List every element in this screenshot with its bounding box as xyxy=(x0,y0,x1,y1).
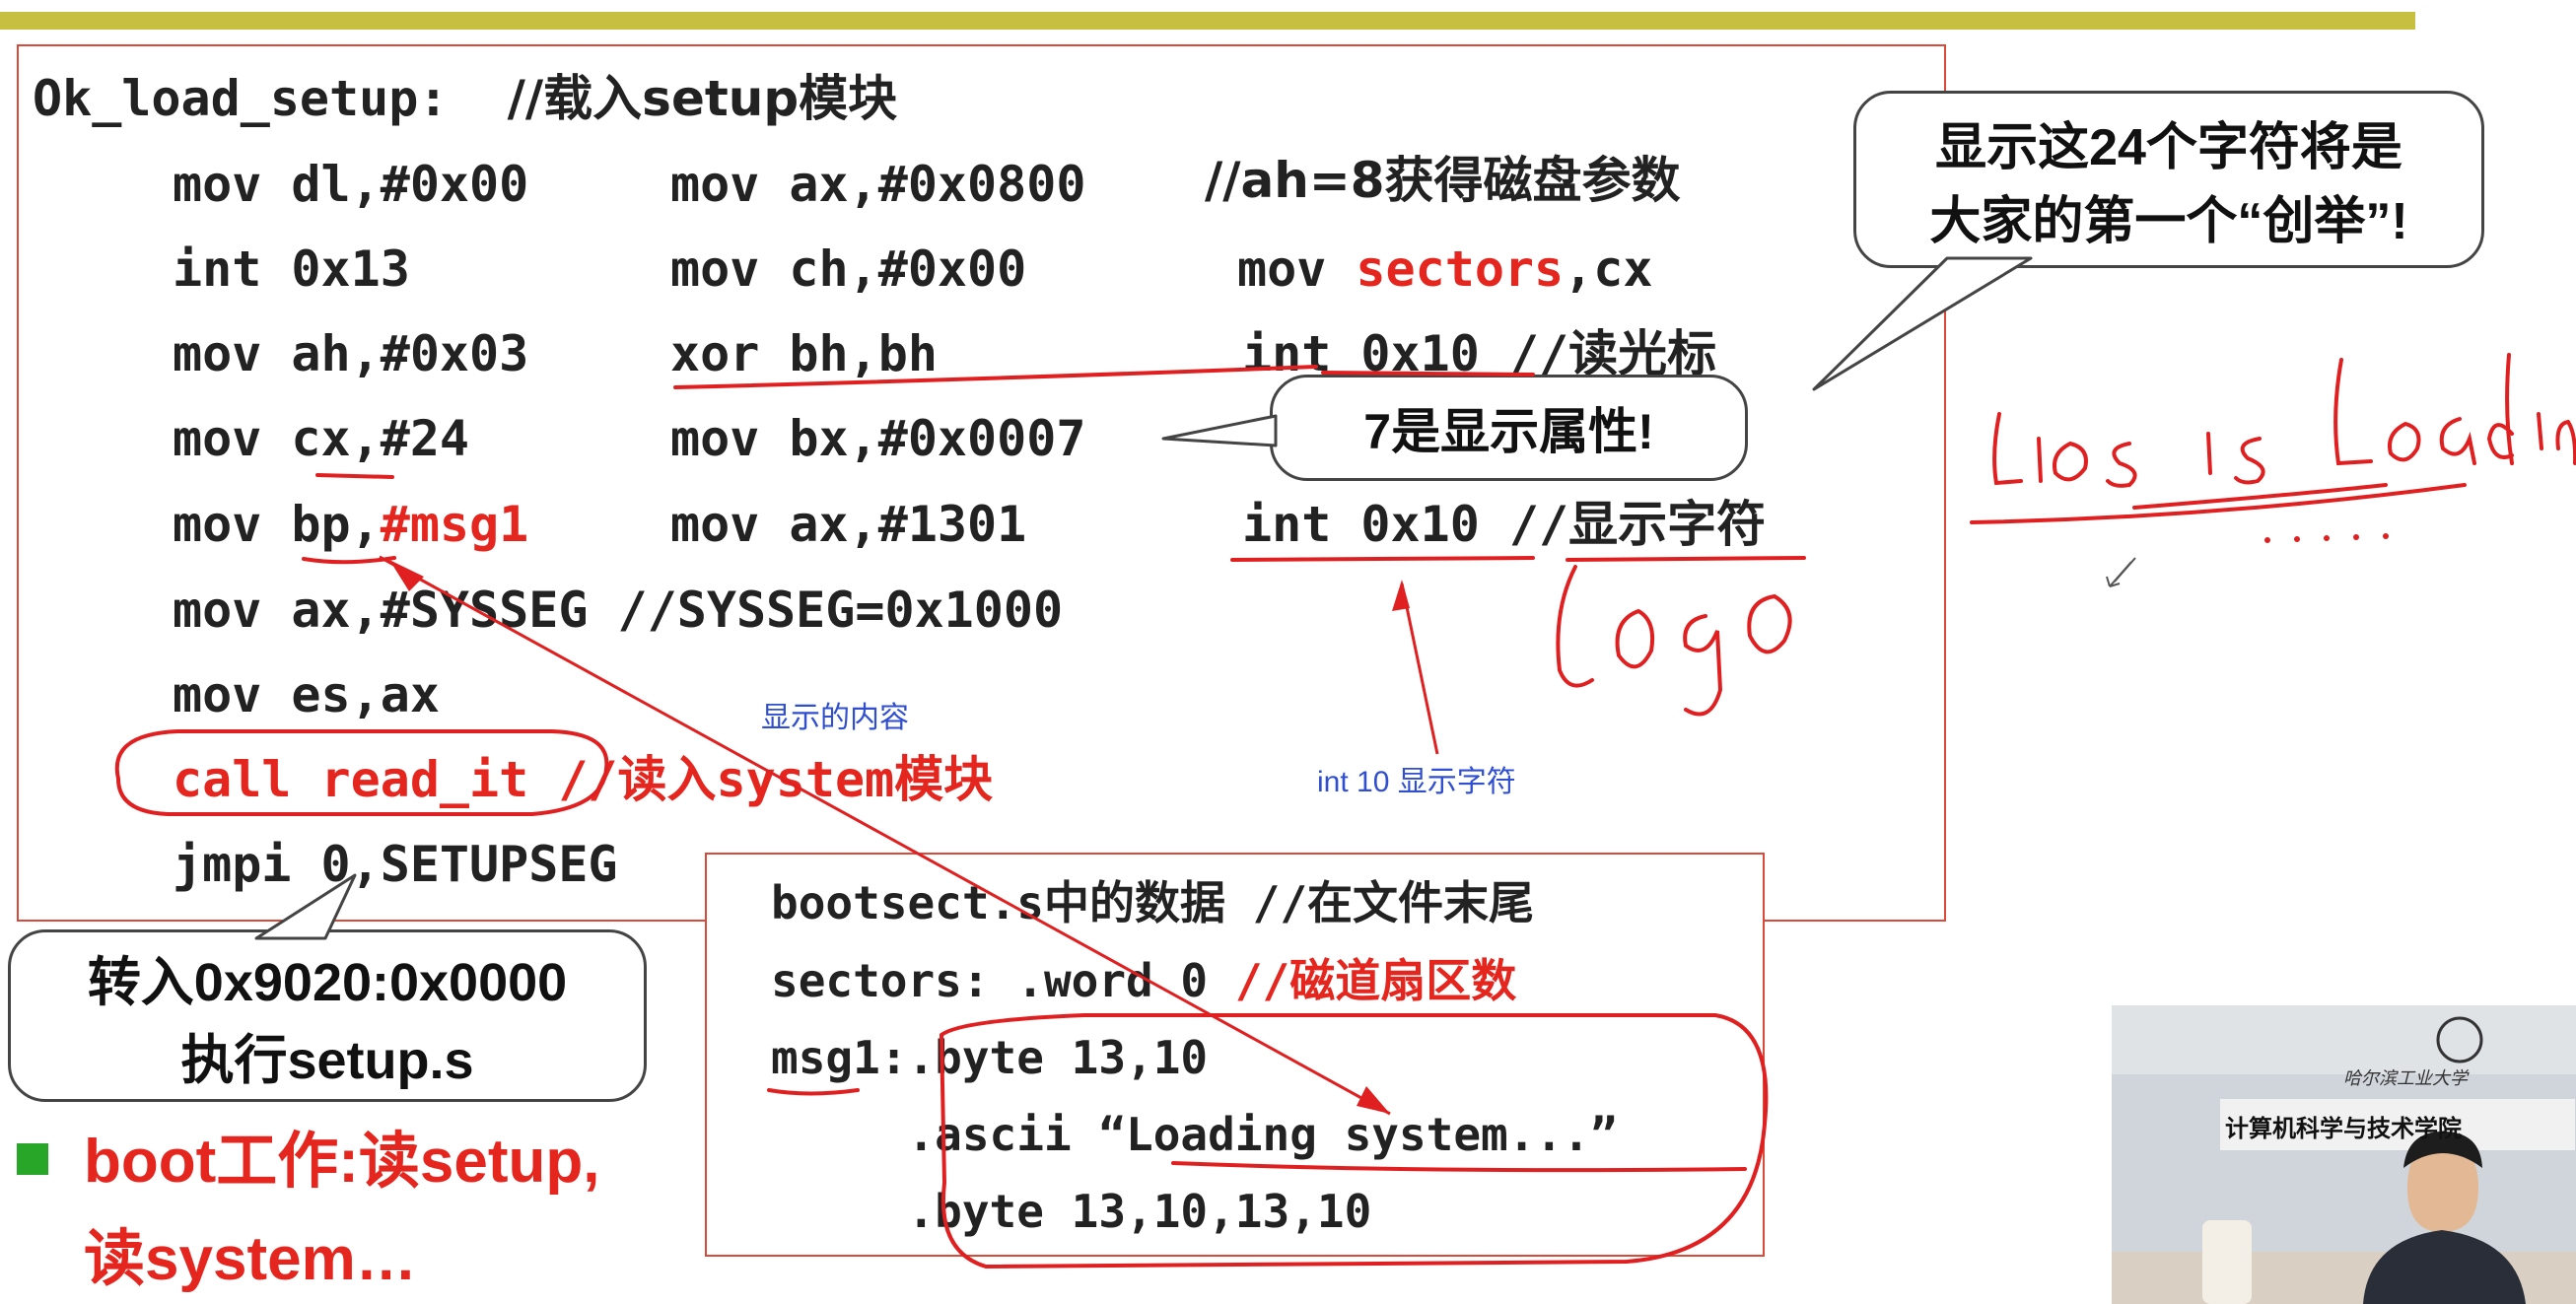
handwritten-lios-is-loading xyxy=(1970,353,2576,524)
callout-24-chars-tail xyxy=(1812,256,2033,391)
msg1-arrowhead xyxy=(1357,1086,1390,1114)
lecture-slide: Ok_load_setup: //载入setup模块 mov dl,#0x00 … xyxy=(0,0,2576,1304)
handwritten-dots xyxy=(2264,533,2389,543)
callout-jump-tail xyxy=(254,873,357,940)
call-read-it-circle xyxy=(114,729,609,816)
handwritten-logo-scribble xyxy=(1556,565,1792,717)
callout-attribute-tail xyxy=(1161,414,1278,447)
int10-arrow-line xyxy=(1400,583,1439,755)
msg1-arrow-tail xyxy=(389,560,424,591)
msg1-arrow-line xyxy=(379,555,1391,1116)
handwritten-underlines xyxy=(302,365,1806,1173)
pen-cursor-icon xyxy=(2106,557,2136,587)
annotation-overlay xyxy=(114,256,2576,1270)
int10-arrowhead xyxy=(1392,580,1410,611)
msg1-data-circle xyxy=(939,1013,1769,1270)
